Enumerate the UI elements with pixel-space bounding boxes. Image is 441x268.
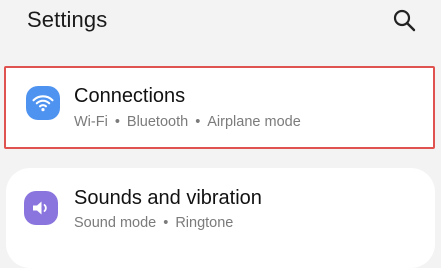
wifi-icon bbox=[26, 86, 60, 120]
separator-dot: • bbox=[195, 114, 201, 130]
subitem-ringtone: Ringtone bbox=[175, 215, 234, 231]
separator-dot: • bbox=[114, 114, 120, 130]
separator-dot: • bbox=[163, 215, 169, 231]
connections-subtitle: Wi-Fi • Bluetooth • Airplane mode bbox=[74, 114, 301, 130]
connections-title: Connections bbox=[74, 85, 186, 107]
sounds-title: Sounds and vibration bbox=[74, 187, 262, 209]
settings-item-sounds-and-vibration[interactable]: Sounds and vibration Sound mode • Ringtone bbox=[6, 168, 435, 268]
subitem-airplane-mode: Airplane mode bbox=[207, 114, 301, 130]
subitem-wifi: Wi-Fi bbox=[74, 114, 108, 130]
sounds-subtitle: Sound mode • Ringtone bbox=[74, 215, 233, 231]
speaker-icon bbox=[24, 191, 58, 225]
search-icon[interactable] bbox=[390, 6, 418, 34]
subitem-bluetooth: Bluetooth bbox=[126, 114, 189, 130]
search-button[interactable] bbox=[390, 6, 418, 34]
subitem-sound-mode: Sound mode bbox=[74, 215, 157, 231]
settings-item-connections[interactable]: Connections Wi-Fi • Bluetooth • Airplane mod… bbox=[4, 66, 435, 149]
top-bar: Settings bbox=[0, 0, 441, 52]
page-title: Settings bbox=[27, 7, 108, 32]
